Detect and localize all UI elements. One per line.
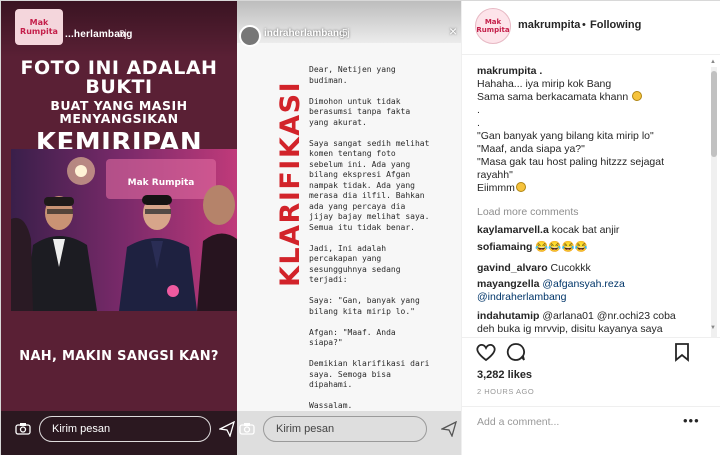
caption-line: rayahh" xyxy=(477,169,513,181)
comment: gavind_alvaro Cucokkk xyxy=(477,262,591,274)
bookmark-icon[interactable] xyxy=(671,341,693,363)
headline-line-1: FOTO INI ADALAH BUKTI xyxy=(20,57,218,98)
grin-emoji-icon xyxy=(632,91,643,101)
comment-username[interactable]: kaylamarvell.a xyxy=(477,224,549,236)
story-caption: NAH, MAKIN SANGSI KAN? xyxy=(19,349,219,364)
comment-username[interactable]: gavind_alvaro xyxy=(477,262,548,274)
scroll-up-icon[interactable]: ▲ xyxy=(710,59,716,65)
makrumpita-logo: Mak Rumpita xyxy=(15,9,63,45)
story-time: 8j xyxy=(119,29,127,40)
caption-line: . xyxy=(477,117,480,129)
caption-line: Eiimmm xyxy=(477,182,703,195)
comment: sofiamaing 😂😂😂😂 xyxy=(477,241,588,253)
story-username: indraherlambang xyxy=(264,28,346,39)
header-username[interactable]: makrumpita xyxy=(518,19,580,31)
story-time: 5j xyxy=(342,28,350,39)
load-more-comments-link[interactable]: Load more comments xyxy=(477,206,579,218)
klarifikasi-title: KLARIFIKASI xyxy=(275,81,306,287)
comment-username[interactable]: sofiamaing xyxy=(477,241,532,253)
post-header: Mak Rumpita makrumpita • Following xyxy=(462,1,720,55)
caption-line: Sama sama berkacamata khann xyxy=(477,91,703,104)
comment: indahutamip @arlana01 @nr.ochi23 coba de… xyxy=(477,310,676,335)
comment: mayangzella @afgansyah.reza @indraherlam… xyxy=(477,278,705,304)
event-photo-illustration: Mak Rumpita xyxy=(11,149,237,311)
send-message-input: Kirim pesan xyxy=(39,416,211,442)
scrollbar-thumb[interactable] xyxy=(711,71,717,157)
story-screenshot-left: Mak Rumpita ...herlambang 8j FOTO INI AD… xyxy=(1,1,237,455)
avatar[interactable]: Mak Rumpita xyxy=(475,8,511,44)
add-comment-input[interactable]: Add a comment... xyxy=(477,416,677,428)
send-message-input: Kirim pesan xyxy=(263,416,427,442)
heart-icon[interactable] xyxy=(475,341,497,363)
likes-count[interactable]: 3,282 likes xyxy=(477,369,532,381)
caption-username[interactable]: makrumpita . xyxy=(477,65,703,78)
caption-line: "Masa gak tau host paling hitzzz sejagat xyxy=(477,156,665,168)
clarification-text: Dear, Netijen yang budiman. Dimohon untu… xyxy=(309,65,430,410)
svg-text:KLARIFIKASI: KLARIFIKASI xyxy=(275,81,306,287)
caption-line: . xyxy=(477,104,480,116)
send-icon xyxy=(441,421,457,437)
instagram-post-frame: Mak Rumpita ...herlambang 8j FOTO INI AD… xyxy=(0,0,720,455)
post-timestamp: 2 HOURS AGO xyxy=(477,387,535,396)
comment-username[interactable]: mayangzella xyxy=(477,278,539,290)
camera-icon xyxy=(239,423,255,435)
header-separator: • xyxy=(582,19,586,31)
comment: kaylamarvell.a kocak bat anjir xyxy=(477,224,620,236)
post-media: Mak Rumpita ...herlambang 8j FOTO INI AD… xyxy=(1,1,461,455)
mention-link[interactable]: @indraherlambang xyxy=(477,291,566,303)
close-icon: × xyxy=(449,23,458,39)
send-icon xyxy=(219,421,235,437)
mention-link[interactable]: @afgansyah.reza xyxy=(539,278,624,290)
post-caption: makrumpita . Hahaha... iya mirip kok Ban… xyxy=(477,65,703,195)
caption-line: "Maaf, anda siapa ya?" xyxy=(477,143,585,155)
comment-icon[interactable] xyxy=(505,341,527,363)
scroll-down-icon[interactable]: ▼ xyxy=(710,325,716,331)
camera-icon xyxy=(15,423,31,435)
headline-line-2: BUAT YANG MASIH MENYANGSIKAN xyxy=(50,98,188,126)
banner-text: Mak Rumpita xyxy=(128,178,195,188)
story-screenshot-middle: indraherlambang 5j × KLARIFIKASI Dear, N… xyxy=(237,1,461,455)
caption-line: Hahaha... iya mirip kok Bang xyxy=(477,78,612,90)
more-options-icon[interactable]: ••• xyxy=(683,413,700,428)
event-photo: Mak Rumpita xyxy=(11,149,237,311)
comment-username[interactable]: indahutamip xyxy=(477,310,539,322)
avatar xyxy=(239,25,261,47)
caption-line: "Gan banyak yang bilang kita mirip lo" xyxy=(477,130,654,142)
following-button[interactable]: Following xyxy=(590,19,641,31)
grin-emoji-icon xyxy=(515,182,526,192)
